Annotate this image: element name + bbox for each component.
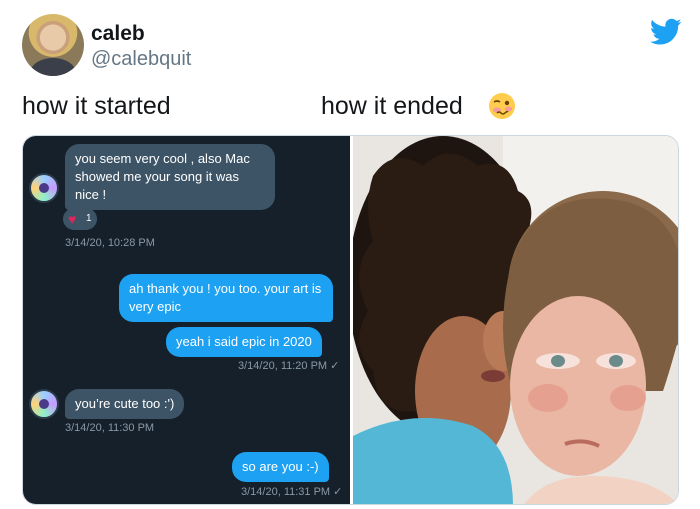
author-avatar[interactable] [22, 14, 84, 76]
woozy-face-icon [489, 93, 515, 119]
dm-message-received: you seem very cool , also Mac showed me … [65, 144, 275, 210]
dm-timestamp: 3/14/20, 11:31 PM ✓ [241, 486, 343, 498]
dm-message-received: you’re cute too :') [65, 389, 185, 419]
dm-message-sent: yeah i said epic in 2020 [166, 327, 322, 357]
heart-icon: ♥ [68, 211, 77, 227]
dm-screenshot: you seem very cool , also Mac showed me … [23, 136, 350, 504]
tweet-media[interactable]: you seem very cool , also Mac showed me … [22, 135, 679, 505]
dm-contact-avatar [29, 173, 59, 203]
author-display-name[interactable]: caleb [91, 22, 145, 46]
caption-how-it-ended: how it ended [321, 92, 463, 120]
reaction-badge[interactable]: ♥ 1 [63, 208, 97, 230]
caption-how-it-started: how it started [22, 92, 171, 120]
dm-timestamp: 3/14/20, 10:28 PM [65, 237, 155, 249]
couple-photo[interactable] [353, 136, 679, 505]
twitter-bird-icon[interactable] [650, 18, 682, 46]
reaction-count: 1 [86, 213, 92, 224]
dm-message-sent: ah thank you ! you too. your art is very… [119, 274, 333, 322]
dm-message-sent: so are you :-) [232, 452, 329, 482]
tweet-header: caleb @calebquit [22, 14, 682, 80]
dm-contact-avatar [29, 389, 59, 419]
dm-timestamp: 3/14/20, 11:20 PM ✓ [238, 360, 340, 372]
dm-timestamp: 3/14/20, 11:30 PM [65, 422, 155, 434]
author-handle[interactable]: @calebquit [91, 48, 191, 71]
